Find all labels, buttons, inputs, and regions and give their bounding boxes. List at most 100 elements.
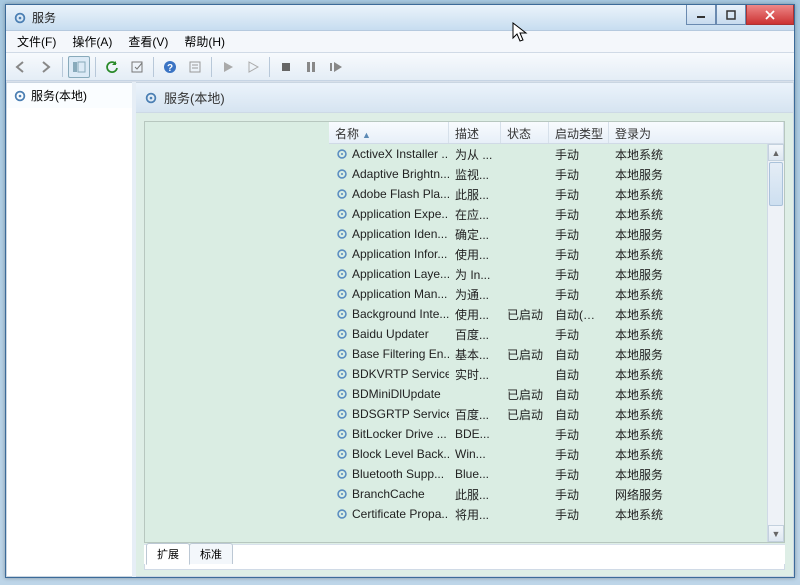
view-tabs: 扩展 标准 (144, 544, 785, 564)
refresh-button[interactable] (101, 56, 123, 78)
tab-extended[interactable]: 扩展 (146, 543, 190, 565)
menu-view[interactable]: 查看(V) (121, 31, 175, 52)
service-row[interactable]: Adaptive Brightn...监视...手动本地服务 (329, 164, 784, 184)
tab-body-edge (144, 564, 785, 570)
cell-description: 此服... (449, 186, 501, 203)
service-row[interactable]: Background Inte...使用...已启动自动(延迟...本地系统 (329, 304, 784, 324)
cell-logon: 本地系统 (609, 246, 784, 263)
cell-logon: 本地系统 (609, 366, 784, 383)
cell-startup: 自动 (549, 406, 609, 423)
properties-button[interactable] (184, 56, 206, 78)
column-description[interactable]: 描述 (449, 122, 501, 143)
tree-root-item[interactable]: 服务(本地) (7, 83, 132, 108)
tab-standard[interactable]: 标准 (189, 543, 233, 564)
maximize-button[interactable] (716, 5, 746, 25)
console-tree-pane[interactable]: 服务(本地) (6, 82, 132, 577)
service-row[interactable]: Baidu Updater百度...手动本地系统 (329, 324, 784, 344)
service-row[interactable]: Certificate Propa...将用...手动本地系统 (329, 504, 784, 524)
minimize-button[interactable] (686, 5, 716, 25)
vertical-scrollbar[interactable]: ▲ ▼ (767, 144, 784, 542)
service-row[interactable]: BDMiniDlUpdate已启动自动本地系统 (329, 384, 784, 404)
stop-service-button[interactable] (275, 56, 297, 78)
cell-name: Application Infor... (329, 247, 449, 261)
service-row[interactable]: BitLocker Drive ...BDE...手动本地系统 (329, 424, 784, 444)
column-headers: 名称▲ 描述 状态 启动类型 登录为 (329, 122, 784, 144)
column-logon[interactable]: 登录为 (609, 122, 784, 143)
cell-name: Application Laye... (329, 267, 449, 281)
tree-root-label: 服务(本地) (31, 87, 87, 104)
cell-logon: 本地系统 (609, 206, 784, 223)
menu-help[interactable]: 帮助(H) (177, 31, 232, 52)
service-row[interactable]: Application Laye...为 In...手动本地服务 (329, 264, 784, 284)
service-rows[interactable]: ActiveX Installer ...为从 ...手动本地系统Adaptiv… (329, 144, 784, 542)
restart-service-button[interactable] (325, 56, 347, 78)
service-row[interactable]: Base Filtering En...基本...已启动自动本地服务 (329, 344, 784, 364)
cell-name: Block Level Back... (329, 447, 449, 461)
column-startup[interactable]: 启动类型 (549, 122, 609, 143)
cell-logon: 本地系统 (609, 426, 784, 443)
cell-name: Application Expe... (329, 207, 449, 221)
cell-description: 将用... (449, 506, 501, 523)
menu-bar: 文件(F) 操作(A) 查看(V) 帮助(H) (6, 31, 794, 53)
export-list-button[interactable] (126, 56, 148, 78)
close-button[interactable] (746, 5, 794, 25)
cell-startup: 手动 (549, 166, 609, 183)
service-row[interactable]: Application Man...为通...手动本地系统 (329, 284, 784, 304)
service-row[interactable]: BranchCache此服...手动网络服务 (329, 484, 784, 504)
cell-description: 百度... (449, 406, 501, 423)
services-window: 服务 文件(F) 操作(A) 查看(V) 帮助(H) ? (5, 4, 795, 578)
start-service-button[interactable] (217, 56, 239, 78)
title-bar[interactable]: 服务 (6, 5, 794, 31)
cell-logon: 本地服务 (609, 266, 784, 283)
cell-description: 此服... (449, 486, 501, 503)
cell-startup: 手动 (549, 506, 609, 523)
scroll-up-button[interactable]: ▲ (768, 144, 784, 161)
scroll-thumb[interactable] (769, 162, 783, 206)
cell-name: ActiveX Installer ... (329, 147, 449, 161)
services-tree-icon (13, 89, 27, 103)
service-row[interactable]: Bluetooth Supp...Blue...手动本地服务 (329, 464, 784, 484)
cell-name: BranchCache (329, 487, 449, 501)
cell-startup: 手动 (549, 206, 609, 223)
service-row[interactable]: Adobe Flash Pla...此服...手动本地系统 (329, 184, 784, 204)
details-header-icon (144, 91, 158, 105)
cell-name: Adobe Flash Pla... (329, 187, 449, 201)
cell-logon: 本地系统 (609, 446, 784, 463)
pause-service-button[interactable] (300, 56, 322, 78)
nav-back-button[interactable] (10, 56, 32, 78)
cell-logon: 本地服务 (609, 346, 784, 363)
sort-asc-icon: ▲ (362, 130, 371, 140)
cell-name: Adaptive Brightn... (329, 167, 449, 181)
start-service-alt-button[interactable] (242, 56, 264, 78)
cell-name: Certificate Propa... (329, 507, 449, 521)
cell-logon: 本地服务 (609, 466, 784, 483)
show-hide-tree-button[interactable] (68, 56, 90, 78)
service-row[interactable]: Application Infor...使用...手动本地系统 (329, 244, 784, 264)
cell-logon: 本地系统 (609, 306, 784, 323)
service-row[interactable]: Application Iden...确定...手动本地服务 (329, 224, 784, 244)
cell-description: 在应... (449, 206, 501, 223)
cell-description: Win... (449, 447, 501, 461)
cell-startup: 手动 (549, 286, 609, 303)
service-row[interactable]: ActiveX Installer ...为从 ...手动本地系统 (329, 144, 784, 164)
cell-startup: 手动 (549, 466, 609, 483)
menu-action[interactable]: 操作(A) (65, 31, 119, 52)
details-pane: 服务(本地) 名称▲ 描述 状态 启动类型 登录为 ActiveX Instal… (136, 82, 794, 577)
cell-status: 已启动 (501, 306, 549, 323)
cell-name: BDSGRTP Service (329, 407, 449, 421)
menu-file[interactable]: 文件(F) (10, 31, 63, 52)
toolbar: ? (6, 53, 794, 81)
scroll-down-button[interactable]: ▼ (768, 525, 784, 542)
column-name[interactable]: 名称▲ (329, 122, 449, 143)
help-button[interactable]: ? (159, 56, 181, 78)
nav-forward-button[interactable] (35, 56, 57, 78)
service-row[interactable]: Application Expe...在应... 手动本地系统 (329, 204, 784, 224)
cell-status: 已启动 (501, 386, 549, 403)
service-row[interactable]: BDSGRTP Service百度...已启动自动本地系统 (329, 404, 784, 424)
service-row[interactable]: BDKVRTP Service实时...自动本地系统 (329, 364, 784, 384)
column-status[interactable]: 状态 (501, 122, 549, 143)
cell-startup: 手动 (549, 246, 609, 263)
cell-startup: 手动 (549, 426, 609, 443)
service-row[interactable]: Block Level Back...Win...手动本地系统 (329, 444, 784, 464)
cell-name: Baidu Updater (329, 327, 449, 341)
